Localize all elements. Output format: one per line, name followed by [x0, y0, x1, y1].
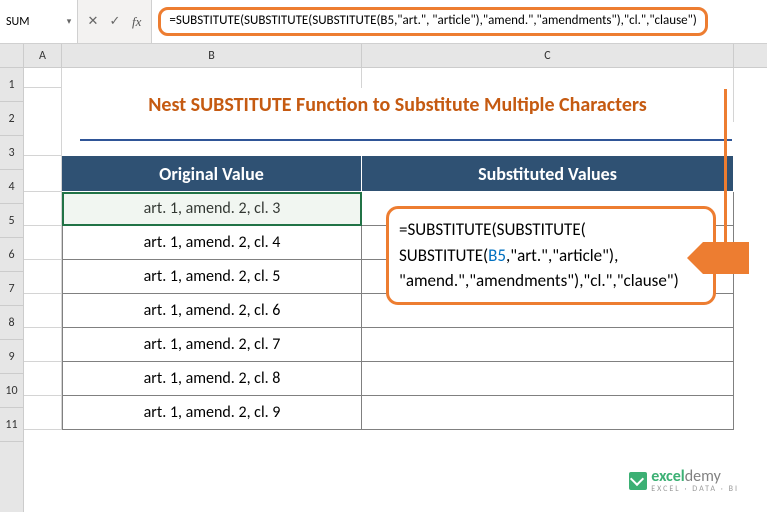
formula-bar: SUM ▾ ✕ ✓ fx =SUBSTITUTE(SUBSTITUTE(SUBS… [0, 0, 767, 44]
title-cell[interactable]: Nest SUBSTITUTE Function to Substitute M… [62, 88, 734, 122]
cell[interactable] [24, 122, 62, 156]
cell[interactable] [24, 362, 62, 396]
select-all-corner[interactable] [0, 44, 23, 68]
col-header[interactable]: C [362, 44, 734, 67]
cell-b11[interactable]: art. 1, amend. 2, cl. 9 [62, 396, 362, 430]
cell[interactable] [24, 156, 62, 192]
row-header[interactable]: 11 [0, 408, 23, 442]
name-box-value: SUM [0, 15, 61, 29]
fx-icon[interactable]: fx [126, 14, 147, 30]
overlay-text: "amend.","amendments"),"cl.","clause") [399, 270, 679, 291]
cell[interactable] [24, 88, 62, 122]
row-header[interactable]: 10 [0, 374, 23, 408]
cell-b8[interactable]: art. 1, amend. 2, cl. 6 [62, 294, 362, 328]
enter-icon[interactable]: ✓ [104, 14, 126, 29]
cell[interactable] [24, 396, 62, 430]
overlay-text: ,"art.","article"), [506, 245, 618, 266]
cell[interactable] [62, 68, 362, 88]
row-header[interactable]: 4 [0, 170, 23, 204]
title-underline [80, 139, 732, 141]
name-box[interactable]: SUM ▾ [0, 0, 78, 43]
row-header[interactable]: 5 [0, 204, 23, 238]
name-box-dropdown-icon[interactable]: ▾ [61, 16, 77, 27]
grid: A B C Nest SUBSTITUTE Function to Substi… [24, 44, 767, 512]
formula-callout-top: =SUBSTITUTE(SUBSTITUTE(SUBSTITUTE(B5,"ar… [158, 7, 707, 35]
grid-area: 1 2 3 4 5 6 7 8 9 10 11 A B C Nest SUBST… [0, 44, 767, 512]
overlay-text: SUBSTITUTE( [497, 219, 586, 240]
overlay-cell-ref: B5 [488, 245, 506, 266]
row-header[interactable]: 6 [0, 238, 23, 272]
cell-c10[interactable] [362, 362, 734, 396]
cell[interactable] [362, 68, 734, 88]
cell[interactable] [24, 260, 62, 294]
cell-b5[interactable]: art. 1, amend. 2, cl. 3 [62, 192, 362, 226]
cell-b6[interactable]: art. 1, amend. 2, cl. 4 [62, 226, 362, 260]
row-header[interactable]: 3 [0, 136, 23, 170]
row-header[interactable]: 9 [0, 340, 23, 374]
watermark: exceldemy EXCEL · DATA · BI [629, 467, 739, 494]
cell-c11[interactable] [362, 396, 734, 430]
cell-c9[interactable] [362, 328, 734, 362]
formula-bar-icons: ✕ ✓ fx [78, 0, 152, 43]
cell[interactable] [24, 328, 62, 362]
header-substituted[interactable]: Substituted Values [362, 156, 734, 192]
cell-b7[interactable]: art. 1, amend. 2, cl. 5 [62, 260, 362, 294]
watermark-logo-icon [629, 472, 647, 490]
row-header[interactable]: 8 [0, 306, 23, 340]
cell[interactable] [24, 294, 62, 328]
col-header[interactable]: A [24, 44, 62, 67]
header-original[interactable]: Original Value [62, 156, 362, 192]
arrow-icon [703, 242, 749, 274]
cell[interactable] [24, 226, 62, 260]
row-header[interactable]: 2 [0, 102, 23, 136]
row-headers: 1 2 3 4 5 6 7 8 9 10 11 [0, 44, 24, 512]
row-header[interactable]: 1 [0, 68, 23, 102]
overlay-text: =SUBSTITUTE( [399, 219, 497, 240]
col-headers: A B C [24, 44, 767, 68]
overlay-text: SUBSTITUTE( [399, 245, 488, 266]
cell-b10[interactable]: art. 1, amend. 2, cl. 8 [62, 362, 362, 396]
cell[interactable] [24, 192, 62, 226]
col-header[interactable]: B [62, 44, 362, 67]
row-header[interactable]: 7 [0, 272, 23, 306]
page-title: Nest SUBSTITUTE Function to Substitute M… [148, 93, 647, 117]
formula-callout-cell: =SUBSTITUTE(SUBSTITUTE( SUBSTITUTE(B5,"a… [386, 206, 716, 305]
watermark-sub: EXCEL · DATA · BI [651, 484, 739, 494]
formula-input[interactable]: =SUBSTITUTE(SUBSTITUTE(SUBSTITUTE(B5,"ar… [152, 0, 767, 43]
cell[interactable] [24, 68, 62, 88]
cell-b9[interactable]: art. 1, amend. 2, cl. 7 [62, 328, 362, 362]
callout-connector [724, 89, 727, 245]
cancel-icon[interactable]: ✕ [82, 14, 104, 29]
